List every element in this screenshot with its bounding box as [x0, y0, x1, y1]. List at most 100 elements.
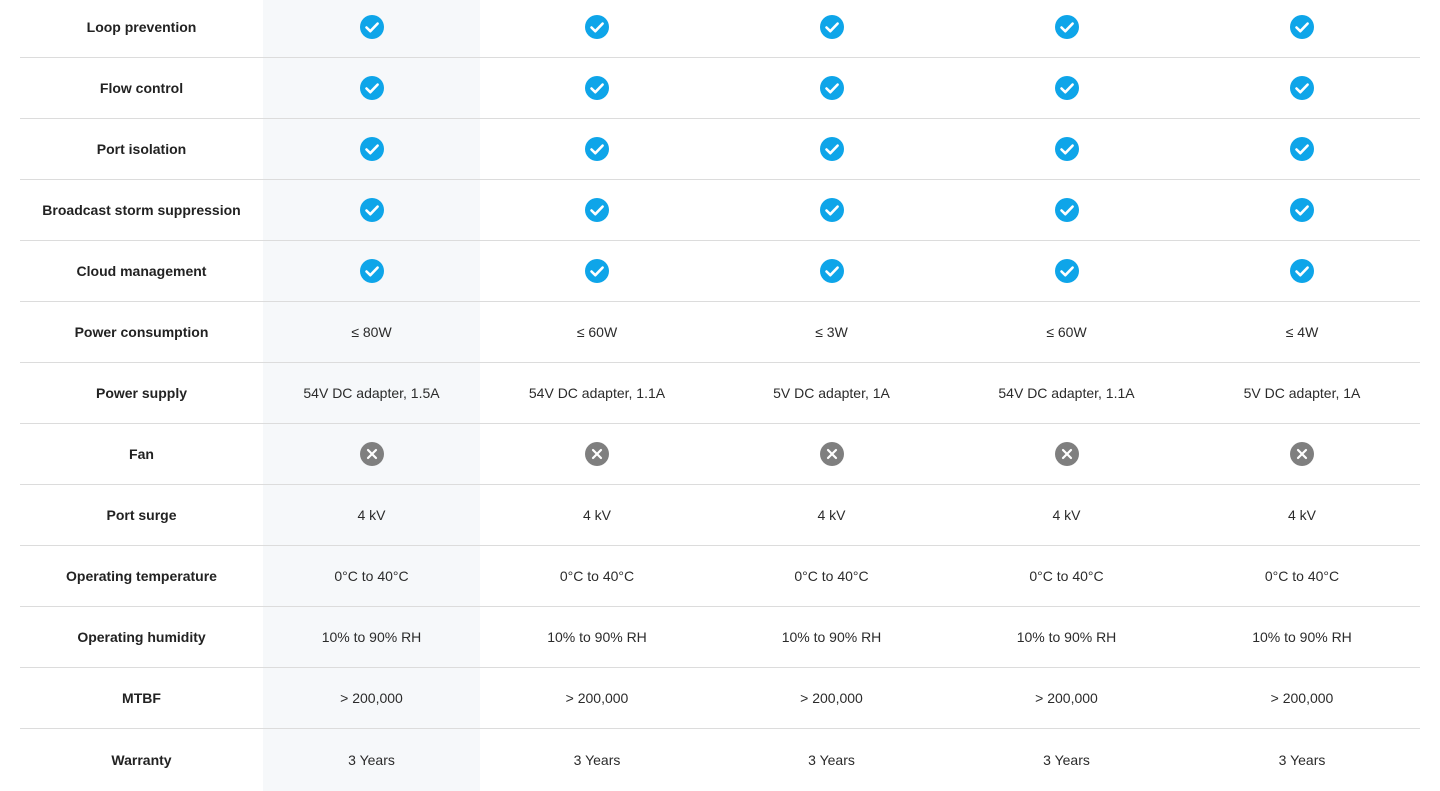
check-circle-icon — [1054, 259, 1079, 283]
value-cell: > 200,000 — [800, 690, 863, 706]
row-label: Port surge — [106, 507, 177, 523]
value-cell: 4 kV — [1052, 507, 1081, 523]
row-label: Cloud management — [76, 263, 207, 279]
table-row: Warranty 3 Years 3 Years 3 Years 3 Years 3 Ye… — [20, 729, 1420, 790]
check-circle-icon — [585, 259, 609, 283]
row-label: Loop prevention — [86, 19, 197, 35]
check-circle-icon — [1290, 137, 1314, 161]
check-circle-icon — [819, 137, 844, 161]
value-cell: 4 kV — [582, 507, 611, 523]
check-cell — [949, 58, 1184, 118]
value-cell: 3 Years — [348, 751, 395, 768]
check-circle-icon — [1290, 259, 1314, 283]
value-cell: > 200,000 — [1270, 690, 1334, 706]
check-circle-icon — [1054, 76, 1079, 100]
row-label: Broadcast storm suppression — [42, 202, 241, 218]
check-cell — [480, 58, 714, 118]
check-cell — [714, 241, 949, 301]
check-circle-icon — [359, 76, 384, 100]
row-label: Power supply — [95, 385, 188, 401]
table-row: Power supply 54V DC adapter, 1.5A 54V DC a… — [20, 363, 1420, 424]
table-body: Loop prevention Flow control Port isolatio… — [20, 0, 1420, 790]
value-cell: 0°C to 40°C — [334, 568, 409, 584]
table-row: Port isolation — [20, 119, 1420, 180]
check-cell — [714, 0, 949, 57]
value-cell: 10% to 90% RH — [321, 629, 422, 645]
check-cell — [949, 0, 1184, 57]
row-label: MTBF — [122, 690, 161, 706]
table-row: Operating temperature 0°C to 40°C 0°C to 4… — [20, 546, 1420, 607]
check-cell — [714, 180, 949, 240]
check-cell — [480, 241, 714, 301]
check-circle-icon — [819, 198, 844, 222]
x-circle-icon — [1290, 442, 1314, 466]
value-cell: 3 Years — [1278, 751, 1326, 768]
check-cell — [1184, 241, 1420, 301]
check-circle-icon — [359, 259, 384, 283]
value-cell: > 200,000 — [1035, 690, 1098, 706]
cross-cell — [263, 424, 480, 484]
check-circle-icon — [585, 15, 609, 39]
cross-cell — [480, 424, 714, 484]
row-label: Operating humidity — [77, 629, 206, 645]
check-circle-icon — [819, 259, 844, 283]
cross-cell — [949, 424, 1184, 484]
table-row: Loop prevention — [20, 0, 1420, 58]
table-row: Fan — [20, 424, 1420, 485]
value-cell: 10% to 90% RH — [547, 629, 647, 645]
value-cell: > 200,000 — [565, 690, 629, 706]
cross-cell — [1184, 424, 1420, 484]
check-circle-icon — [1290, 15, 1314, 39]
value-cell: ≤ 4W — [1285, 324, 1319, 340]
value-cell: 0°C to 40°C — [1029, 568, 1104, 584]
value-cell: 5V DC adapter, 1A — [1243, 385, 1361, 401]
table-row: MTBF > 200,000 > 200,000 > 200,000 > 200,000… — [20, 668, 1420, 729]
x-circle-icon — [1054, 442, 1079, 466]
check-cell — [263, 241, 480, 301]
check-cell — [480, 119, 714, 179]
check-cell — [263, 58, 480, 118]
check-circle-icon — [1290, 76, 1314, 100]
check-circle-icon — [1054, 198, 1079, 222]
row-label: Operating temperature — [66, 568, 217, 584]
check-cell — [1184, 0, 1420, 57]
check-cell — [949, 241, 1184, 301]
table-row: Broadcast storm suppression — [20, 180, 1420, 241]
cross-cell — [714, 424, 949, 484]
table-row: Flow control — [20, 58, 1420, 119]
table-row: Port surge 4 kV 4 kV 4 kV 4 kV 4 kV — [20, 485, 1420, 546]
check-circle-icon — [585, 198, 609, 222]
check-cell — [1184, 58, 1420, 118]
spec-comparison-table: Loop prevention Flow control Port isolatio… — [20, 0, 1420, 791]
x-circle-icon — [359, 442, 384, 466]
check-circle-icon — [359, 137, 384, 161]
value-cell: > 200,000 — [340, 690, 403, 706]
value-cell: 4 kV — [817, 507, 846, 523]
value-cell: 10% to 90% RH — [781, 629, 882, 645]
value-cell: 10% to 90% RH — [1016, 629, 1117, 645]
row-label: Fan — [129, 446, 154, 462]
value-cell: 3 Years — [1043, 751, 1090, 768]
value-cell: 10% to 90% RH — [1252, 629, 1352, 645]
check-cell — [263, 180, 480, 240]
row-label: Flow control — [99, 80, 184, 96]
value-cell: ≤ 80W — [351, 324, 392, 340]
check-circle-icon — [1290, 198, 1314, 222]
check-circle-icon — [585, 76, 609, 100]
value-cell: 5V DC adapter, 1A — [773, 385, 890, 401]
check-cell — [714, 58, 949, 118]
value-cell: 54V DC adapter, 1.1A — [528, 385, 666, 401]
x-circle-icon — [585, 442, 609, 466]
row-label: Port isolation — [96, 141, 187, 157]
table-row: Power consumption ≤ 80W ≤ 60W ≤ 3W ≤ 60W ≤ 4W — [20, 302, 1420, 363]
check-cell — [480, 0, 714, 57]
check-cell — [949, 180, 1184, 240]
row-label: Warranty — [111, 751, 172, 768]
check-circle-icon — [819, 15, 844, 39]
check-cell — [263, 119, 480, 179]
value-cell: ≤ 60W — [1046, 324, 1087, 340]
check-circle-icon — [1054, 137, 1079, 161]
check-cell — [1184, 180, 1420, 240]
value-cell: 0°C to 40°C — [1264, 568, 1340, 584]
value-cell: 3 Years — [808, 751, 855, 768]
